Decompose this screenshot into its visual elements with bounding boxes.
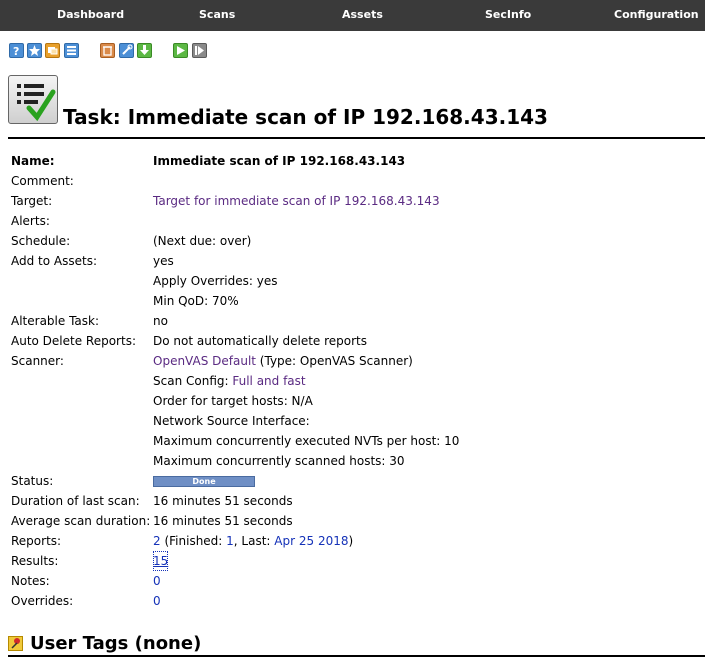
scan-config-value: Scan Config: Full and fast (153, 371, 306, 391)
schedule-label: Schedule: (11, 234, 71, 248)
tag-icon[interactable] (8, 636, 23, 651)
reports-last-prefix: , Last: (233, 534, 275, 548)
scanner-label: Scanner: (11, 354, 64, 368)
autodelete-value: Do not automatically delete reports (153, 334, 368, 348)
scanner-type: (Type: OpenVAS Scanner) (255, 354, 413, 368)
target-link[interactable]: Target for immediate scan of IP 192.168.… (153, 191, 440, 211)
schedule-value: (Next due: over) (153, 234, 252, 248)
reports-label: Reports: (11, 534, 62, 548)
target-label: Target: (11, 194, 53, 208)
new-task-icon[interactable] (27, 43, 42, 58)
reports-finished-prefix: (Finished: (160, 534, 227, 548)
task-toolbar: ? (0, 42, 705, 60)
start-icon[interactable] (173, 43, 188, 58)
clone-icon[interactable] (45, 43, 60, 58)
task-icon (8, 75, 58, 124)
nav-scans[interactable]: Scans (199, 0, 235, 31)
avg-duration-value: 16 minutes 51 seconds (153, 514, 293, 528)
scan-config-link[interactable]: Full and fast (232, 374, 305, 388)
svg-text:?: ? (13, 45, 19, 57)
reports-count-link[interactable]: 2 (153, 534, 161, 548)
order-hosts-value: Order for target hosts: N/A (153, 394, 313, 408)
page-header: Task: Immediate scan of IP 192.168.43.14… (8, 75, 705, 135)
name-value: Immediate scan of IP 192.168.43.143 (153, 154, 406, 168)
status-label: Status: (11, 474, 54, 488)
header-divider (8, 137, 705, 139)
user-tags-title: User Tags (none) (30, 633, 202, 654)
overrides-label: Overrides: (11, 594, 74, 608)
page-title: Task: Immediate scan of IP 192.168.43.14… (63, 105, 548, 129)
scan-config-label: Scan Config: (153, 374, 233, 388)
net-iface-value: Network Source Interface: (153, 414, 310, 428)
reports-suffix: ) (348, 534, 354, 548)
avg-duration-label: Average scan duration: (11, 514, 151, 528)
autodelete-label: Auto Delete Reports: (11, 334, 136, 348)
nav-configuration[interactable]: Configuration (614, 0, 699, 31)
max-nvts-value: Maximum concurrently executed NVTs per h… (153, 434, 460, 448)
results-label: Results: (11, 554, 59, 568)
reports-finished-link[interactable]: 1 (226, 534, 234, 548)
status-progress-bar: Done (153, 476, 255, 487)
assets-label: Add to Assets: (11, 254, 98, 268)
assets-value: yes (153, 254, 174, 268)
reports-value: 2 (Finished: 1, Last: Apr 25 2018) (153, 531, 353, 551)
alterable-value: no (153, 314, 168, 328)
list-icon[interactable] (64, 43, 79, 58)
name-label: Name: (11, 154, 55, 168)
reports-last-link[interactable]: Apr 25 2018 (274, 534, 348, 548)
alerts-label: Alerts: (11, 214, 50, 228)
notes-link[interactable]: 0 (153, 571, 161, 591)
duration-value: 16 minutes 51 seconds (153, 494, 293, 508)
scanner-value: OpenVAS Default (Type: OpenVAS Scanner) (153, 351, 413, 371)
notes-label: Notes: (11, 574, 50, 588)
nav-assets[interactable]: Assets (342, 0, 383, 31)
scanner-link[interactable]: OpenVAS Default (153, 354, 256, 368)
apply-overrides-value: Apply Overrides: yes (153, 274, 278, 288)
results-link[interactable]: 15 (153, 551, 169, 571)
duration-label: Duration of last scan: (11, 494, 140, 508)
comment-label: Comment: (11, 174, 74, 188)
help-icon[interactable]: ? (9, 43, 24, 58)
edit-icon[interactable] (119, 43, 134, 58)
nav-secinfo[interactable]: SecInfo (485, 0, 531, 31)
resume-icon[interactable] (192, 43, 207, 58)
overrides-link[interactable]: 0 (153, 591, 161, 611)
max-hosts-value: Maximum concurrently scanned hosts: 30 (153, 454, 405, 468)
tags-divider (8, 655, 705, 657)
alterable-label: Alterable Task: (11, 314, 100, 328)
top-navigation: Dashboard Scans Assets SecInfo Configura… (0, 0, 705, 31)
nav-dashboard[interactable]: Dashboard (57, 0, 124, 31)
min-qod-value: Min QoD: 70% (153, 294, 239, 308)
export-icon[interactable] (137, 43, 152, 58)
trash-icon[interactable] (100, 43, 115, 58)
